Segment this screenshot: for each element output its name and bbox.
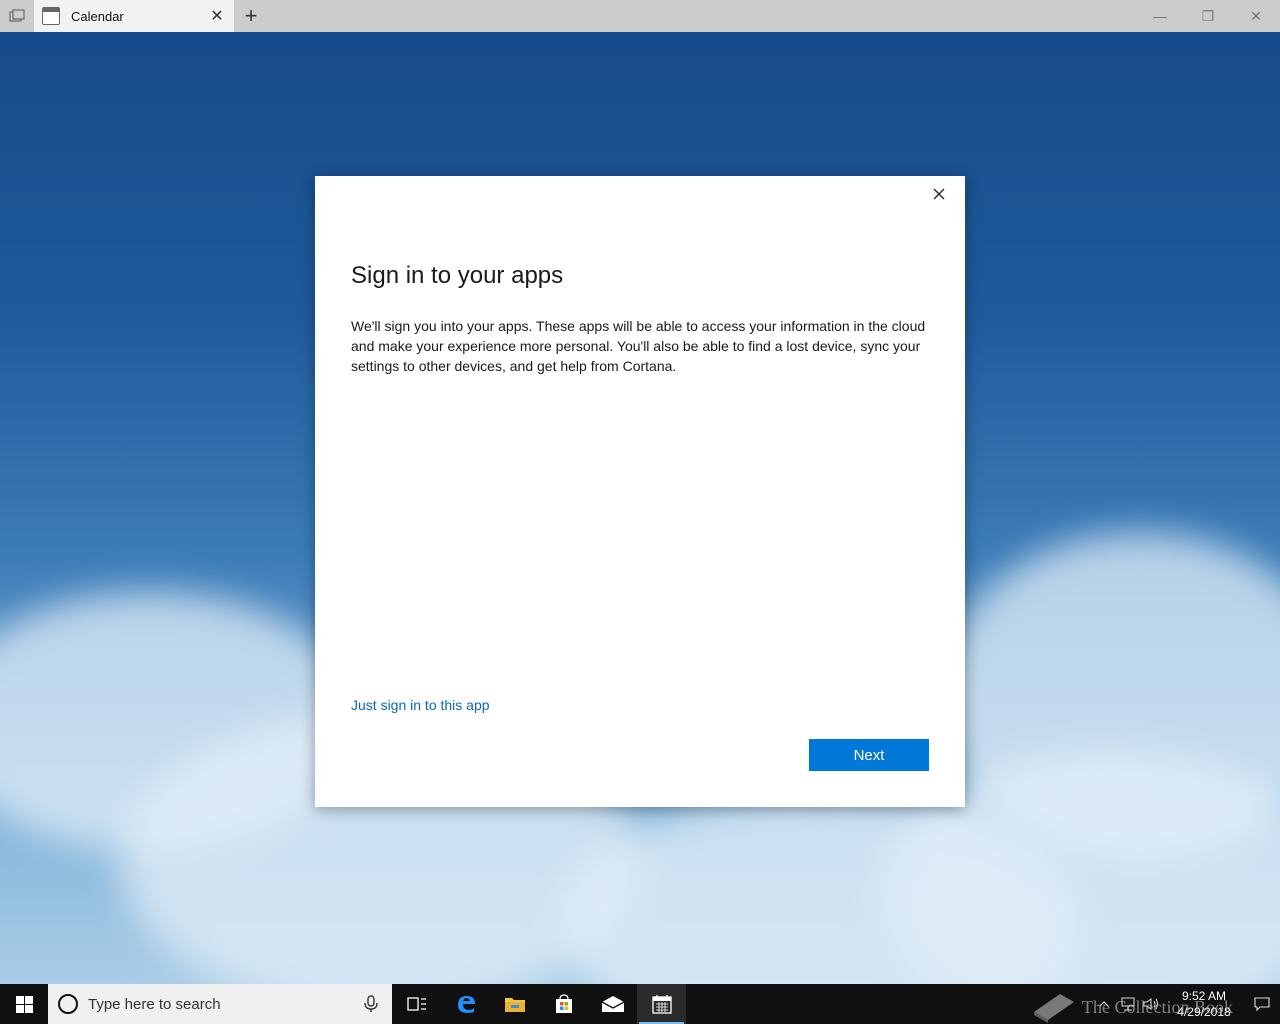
tab-title: Calendar: [71, 8, 124, 24]
book-logo-icon: [1034, 994, 1074, 1023]
dialog-title: Sign in to your apps: [351, 262, 564, 289]
task-view-icon: [406, 997, 426, 1011]
close-icon: [933, 188, 945, 200]
store-button[interactable]: [539, 984, 588, 1024]
windows-logo-icon: [15, 995, 33, 1013]
title-bar: Calendar ✕ + — ❐ ✕: [0, 0, 1280, 32]
edge-button[interactable]: [441, 984, 490, 1024]
watermark: The Collection Book: [1030, 990, 1260, 1024]
dialog-close-button[interactable]: [927, 182, 951, 206]
microphone-icon[interactable]: [362, 995, 380, 1013]
calendar-icon: [42, 7, 60, 25]
tab-close-button[interactable]: ✕: [208, 7, 226, 25]
window-controls: — ❐ ✕: [1136, 0, 1280, 32]
mail-icon: [601, 996, 624, 1012]
watermark-text: The Collection Book: [1082, 996, 1233, 1017]
restore-button[interactable]: ❐: [1184, 0, 1232, 32]
calendar-icon: [651, 995, 672, 1014]
minimize-button[interactable]: —: [1136, 0, 1184, 32]
close-window-button[interactable]: ✕: [1232, 0, 1280, 32]
mail-button[interactable]: [588, 984, 637, 1024]
tab-view-button[interactable]: [0, 0, 34, 32]
next-button[interactable]: Next: [809, 739, 929, 771]
file-explorer-icon: [504, 998, 525, 1012]
store-icon: [555, 994, 572, 1013]
calendar-taskbar-button[interactable]: [637, 984, 686, 1024]
cortana-icon: [58, 994, 78, 1014]
task-view-button[interactable]: [392, 984, 441, 1024]
sign-in-dialog: Sign in to your apps We'll sign you into…: [315, 176, 965, 807]
edge-icon: [457, 996, 475, 1013]
file-explorer-button[interactable]: [490, 984, 539, 1024]
search-box[interactable]: Type here to search: [48, 984, 392, 1024]
search-placeholder: Type here to search: [88, 995, 221, 1013]
tab-view-icon: [9, 9, 25, 22]
tab-calendar[interactable]: Calendar ✕: [34, 0, 234, 32]
new-tab-button[interactable]: +: [234, 0, 268, 32]
dialog-description: We'll sign you into your apps. These app…: [351, 318, 926, 374]
just-sign-in-link[interactable]: Just sign in to this app: [351, 697, 490, 713]
start-button[interactable]: [0, 984, 48, 1024]
